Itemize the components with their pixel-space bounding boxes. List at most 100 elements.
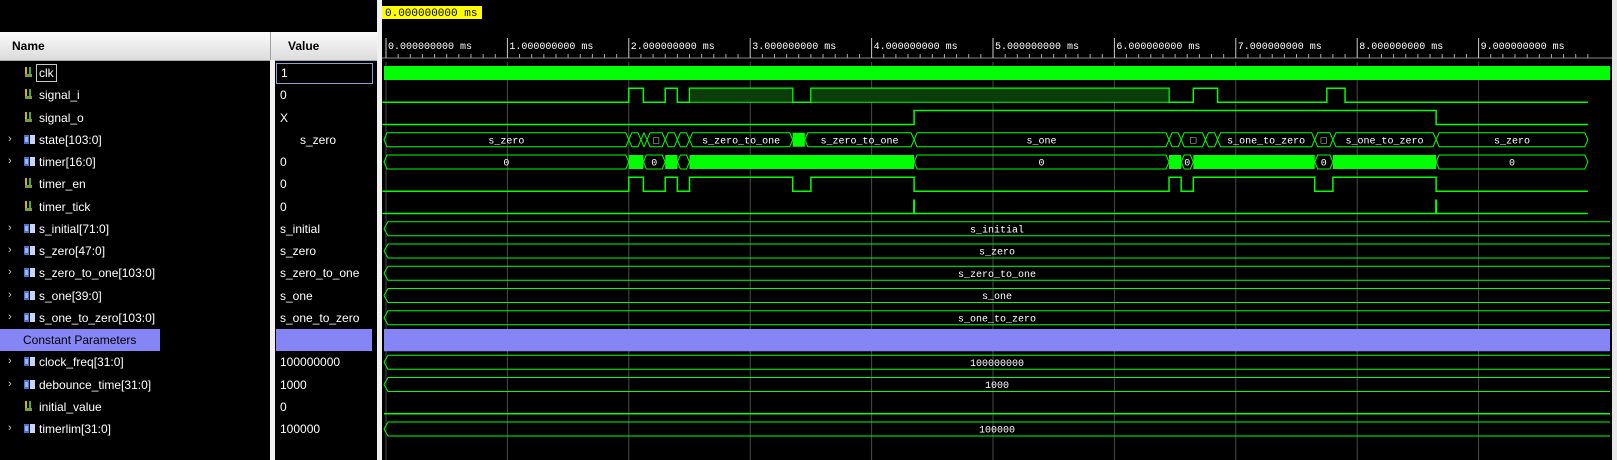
value-cell-selected[interactable]: 1 xyxy=(276,63,373,84)
const-value-label: s_one xyxy=(982,292,1012,303)
const-value-label: 100000000 xyxy=(970,359,1024,370)
signal-row[interactable]: › debounce_time[31:0] 1000 xyxy=(0,374,380,396)
const-value-label: 1000 xyxy=(985,381,1009,392)
signal-row[interactable]: › s_zero_to_one[103:0] s_zero_to_one xyxy=(0,262,380,284)
signal-row[interactable]: › timer[16:0] 0 xyxy=(0,151,380,173)
bus-signal-icon xyxy=(24,268,35,278)
bus-segment-filled xyxy=(1169,155,1182,169)
clock-trace xyxy=(384,66,1610,80)
signal-name[interactable]: signal_o xyxy=(39,111,84,125)
waveform-scrollbar[interactable] xyxy=(1612,0,1617,460)
group-row-constant-parameters[interactable]: Constant Parameters xyxy=(0,329,380,351)
signal-row[interactable]: › timerlim[31:0] 100000 xyxy=(0,418,380,440)
tick-label: 3.000000000 ms xyxy=(752,42,836,53)
signal-name[interactable]: timerlim[31:0] xyxy=(39,422,111,436)
name-value-splitter[interactable] xyxy=(270,60,275,460)
chevron-right-icon[interactable]: › xyxy=(8,266,12,278)
tick-label: 2.000000000 ms xyxy=(631,42,715,53)
chevron-right-icon[interactable]: › xyxy=(8,244,12,256)
waveform-canvas[interactable]: 0.000000000 ms 1.000000000 ms 2.000000000 … xyxy=(382,0,1617,460)
tick-label: 4.000000000 ms xyxy=(874,42,958,53)
signal-name[interactable]: clk xyxy=(36,64,57,82)
dense-activity xyxy=(689,87,794,103)
signal-row[interactable]: › s_one_to_zero[103:0] s_one_to_zero xyxy=(0,307,380,329)
signal-row[interactable]: clk 1 xyxy=(0,62,380,84)
bus-value-label: 0 xyxy=(1321,159,1327,170)
signal-value: 0 xyxy=(280,155,287,169)
tick-label: 0.000000000 ms xyxy=(388,42,472,53)
cursor-time-marker[interactable]: 0.000000000 ms xyxy=(382,6,482,20)
bus-value-label: s_zero_to_one xyxy=(820,136,898,147)
signal-row[interactable]: › clock_freq[31:0] 100000000 xyxy=(0,351,380,373)
bus-value-label: 0 xyxy=(1184,159,1190,170)
signal-name[interactable]: initial_value xyxy=(39,400,102,414)
signal-value: 100000000 xyxy=(280,355,341,370)
bus-signal-icon xyxy=(24,312,35,322)
signal-name[interactable]: signal_i xyxy=(39,88,80,102)
chevron-right-icon[interactable]: › xyxy=(8,133,12,145)
bus-value-label: □ xyxy=(1321,136,1327,147)
signal-name[interactable]: timer_tick xyxy=(39,200,90,214)
signal-value: 0 xyxy=(280,399,287,414)
signal-name[interactable]: s_initial[71:0] xyxy=(39,222,109,236)
group-value-highlight xyxy=(276,329,372,351)
const-value-label: s_zero xyxy=(979,248,1015,259)
bus-segment-filled xyxy=(628,155,644,169)
signal-row[interactable]: › s_one[39:0] s_one xyxy=(0,285,380,307)
signal-name[interactable]: s_zero[47:0] xyxy=(39,244,105,258)
value-column-header[interactable]: Value xyxy=(288,39,319,53)
signal-name[interactable]: s_one[39:0] xyxy=(39,289,102,303)
dense-activity xyxy=(810,87,1170,103)
tick-label: 1.000000000 ms xyxy=(509,42,593,53)
bus-value-label: s_zero xyxy=(1494,136,1530,147)
signal-row[interactable]: timer_tick 0 xyxy=(0,196,380,218)
signal-name[interactable]: state[103:0] xyxy=(39,133,102,147)
signal-name[interactable]: s_zero_to_one[103:0] xyxy=(39,266,155,280)
bus-signal-icon xyxy=(24,223,35,233)
signal-row[interactable]: initial_value 0 xyxy=(0,396,380,418)
bus-value-label: s_zero xyxy=(488,136,524,147)
signal-name[interactable]: timer[16:0] xyxy=(39,155,96,169)
bus-value-label: 0 xyxy=(1509,159,1515,170)
tick-label: 7.000000000 ms xyxy=(1238,42,1322,53)
signal-row[interactable]: signal_o X xyxy=(0,107,380,129)
bus-signal-icon xyxy=(24,379,35,389)
bus-value-label: s_zero_to_one xyxy=(702,136,780,147)
chevron-right-icon[interactable]: › xyxy=(8,311,12,323)
signal-name[interactable]: debounce_time[31:0] xyxy=(39,378,151,392)
group-band xyxy=(384,329,1610,352)
bus-segment-filled xyxy=(1332,155,1437,169)
signal-row[interactable]: signal_i 0 xyxy=(0,84,380,106)
bit-signal-icon xyxy=(25,178,32,189)
chevron-right-icon[interactable]: › xyxy=(8,289,12,301)
bit-signal-icon xyxy=(25,89,32,100)
signal-row[interactable]: › s_zero[47:0] s_zero xyxy=(0,240,380,262)
bus-segment-filled xyxy=(792,132,805,147)
signal-row[interactable]: timer_en 0 xyxy=(0,173,380,195)
name-column-header[interactable]: Name xyxy=(12,39,45,53)
bus-segment-filled xyxy=(665,155,678,169)
chevron-right-icon[interactable]: › xyxy=(8,222,12,234)
signal-name[interactable]: s_one_to_zero[103:0] xyxy=(39,311,155,325)
chevron-right-icon[interactable]: › xyxy=(8,155,12,167)
bus-signal-icon xyxy=(24,246,35,255)
chevron-right-icon[interactable]: › xyxy=(8,355,12,367)
signal-name[interactable]: timer_en xyxy=(39,177,86,191)
const-value-label: s_one_to_zero xyxy=(958,314,1036,325)
bit-signal-icon xyxy=(25,111,32,122)
bit-signal-icon xyxy=(25,67,32,77)
bus-signal-icon xyxy=(24,357,35,367)
signal-value: 100000 xyxy=(280,422,321,436)
column-header: Name Value xyxy=(0,32,380,61)
signal-value: s_one_to_zero xyxy=(280,310,360,325)
chevron-right-icon[interactable]: › xyxy=(8,422,12,434)
signal-row[interactable]: › state[103:0] s_zero xyxy=(0,129,380,151)
chevron-right-icon[interactable]: › xyxy=(8,378,12,390)
const-value-label: 100000 xyxy=(979,426,1015,437)
bus-value-label: 0 xyxy=(651,159,657,170)
group-label: Constant Parameters xyxy=(23,333,137,347)
column-divider[interactable] xyxy=(270,32,271,60)
signal-name[interactable]: clock_freq[31:0] xyxy=(39,355,124,369)
signal-row[interactable]: › s_initial[71:0] s_initial xyxy=(0,218,380,240)
signal-value: s_initial xyxy=(280,221,321,236)
